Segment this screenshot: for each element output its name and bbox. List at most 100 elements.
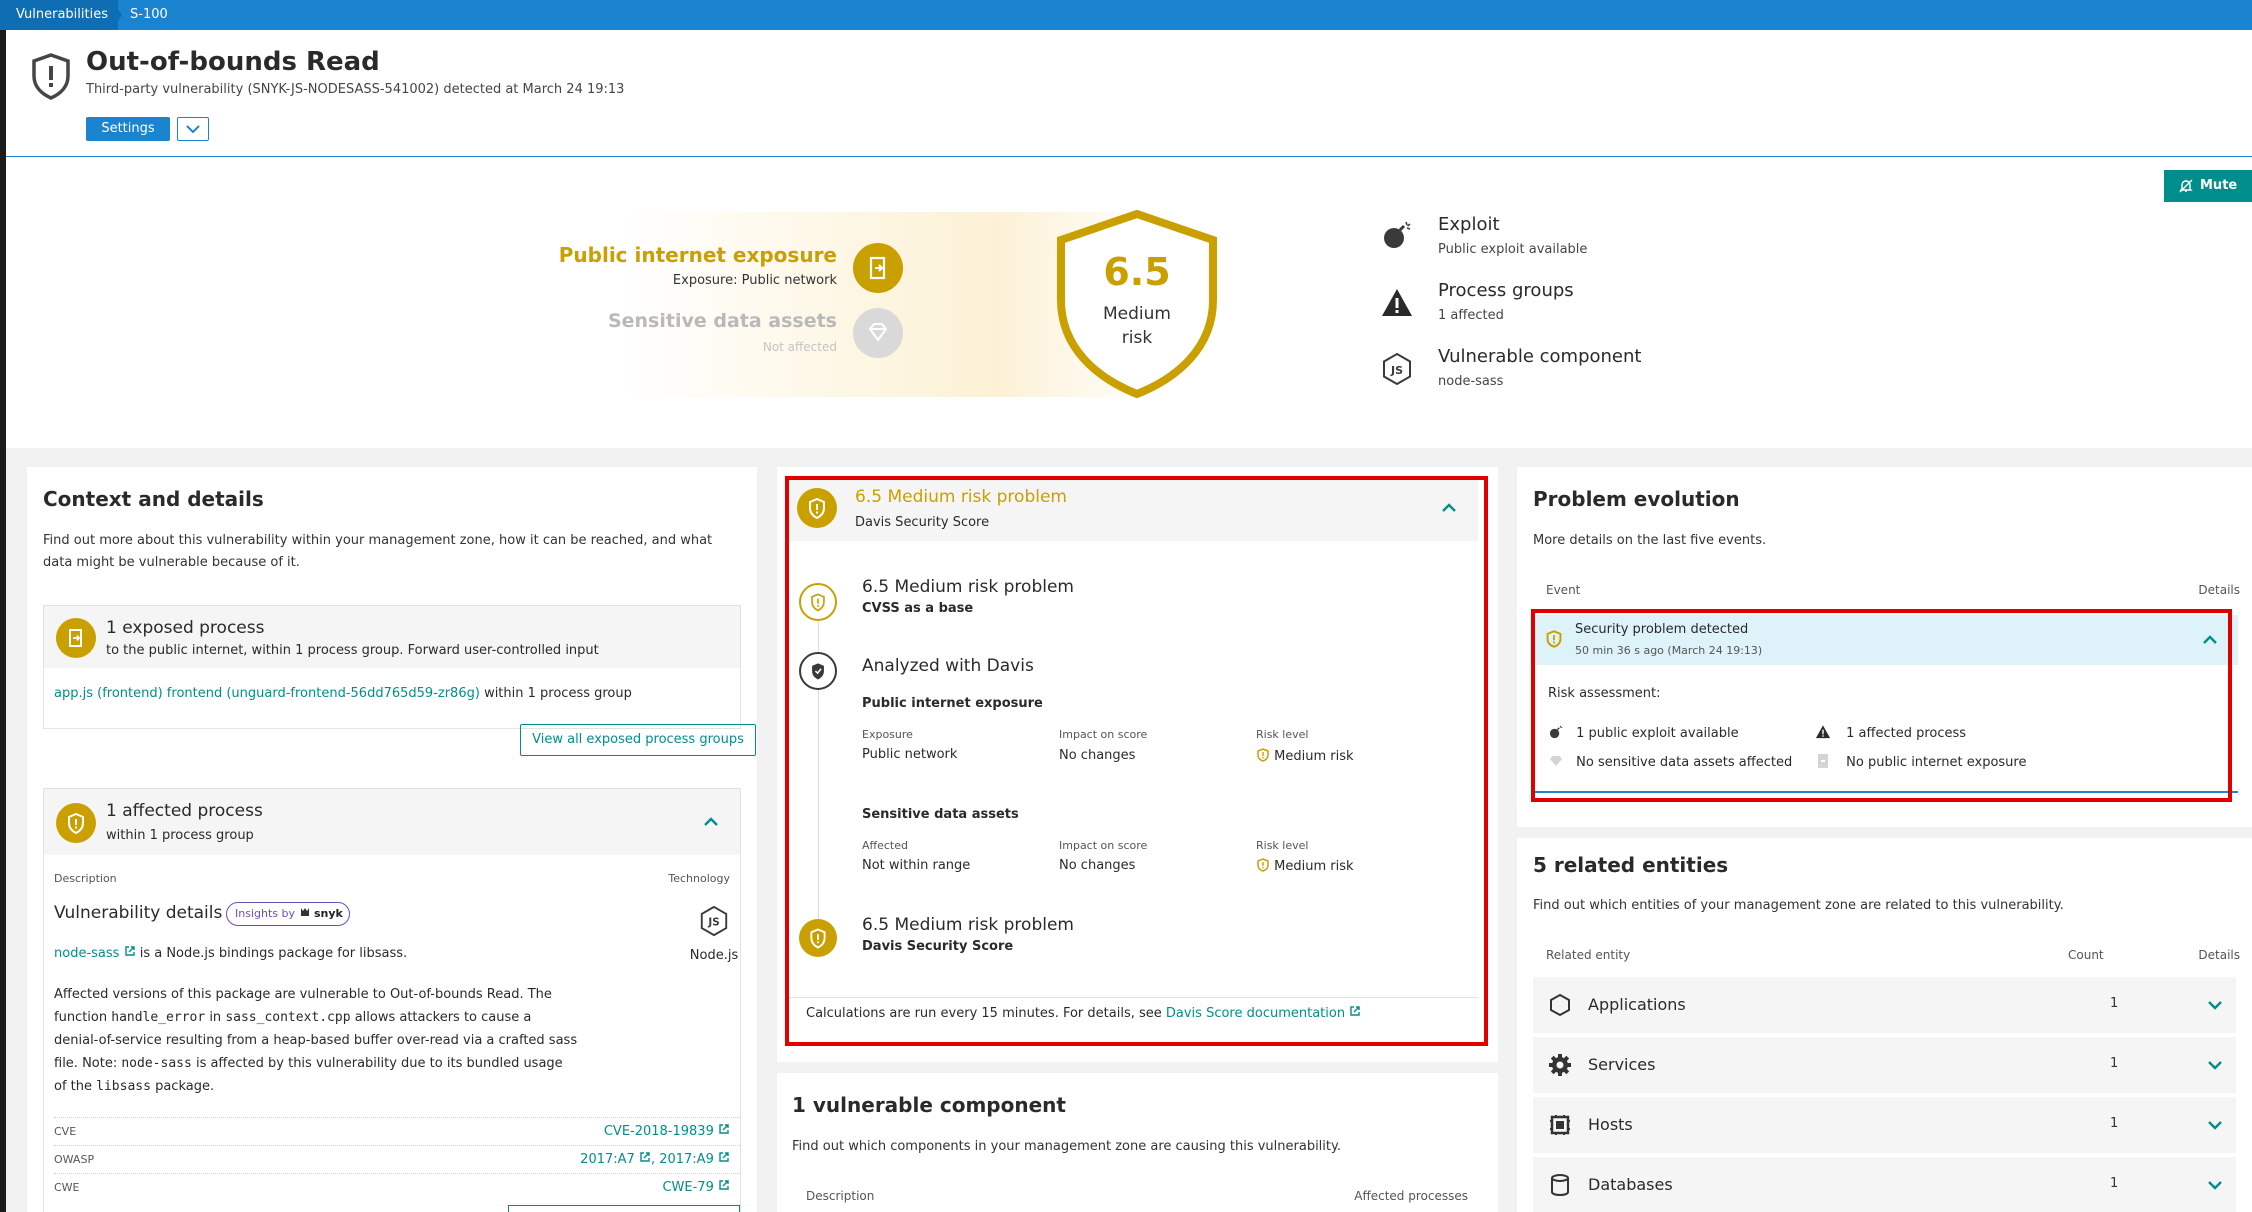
related-title: 5 related entities	[1533, 853, 1729, 877]
host-icon	[1550, 1115, 1570, 1135]
exposure-title: Public internet exposure	[558, 243, 837, 267]
affected-title: 1 affected process	[106, 801, 263, 821]
entity-name: Applications	[1588, 995, 1686, 1014]
context-card: Context and details Find out more about …	[27, 467, 757, 1212]
more-actions-button[interactable]	[177, 117, 209, 141]
entity-col: Related entity	[1546, 948, 1631, 962]
entity-count: 1	[2110, 1056, 2119, 1071]
highlight-box	[1531, 609, 2232, 802]
entity-count: 1	[2110, 1116, 2119, 1131]
breadcrumb-separator	[112, 0, 122, 30]
gear-icon	[1549, 1054, 1571, 1076]
page-subtitle: Third-party vulnerability (SNYK-JS-NODES…	[86, 82, 625, 97]
owasp-links[interactable]: 2017:A7 , 2017:A9	[580, 1151, 730, 1167]
mute-label: Mute	[2200, 178, 2238, 193]
score-value: 6.5	[1103, 250, 1171, 294]
details-col: Details	[2198, 948, 2240, 962]
page-title: Out-of-bounds Read	[86, 47, 380, 77]
related-card: 5 related entities Find out which entiti…	[1517, 838, 2252, 1212]
component-desc: Find out which components in your manage…	[792, 1139, 1341, 1154]
chevron-down-icon[interactable]	[2207, 1177, 2223, 1193]
door-exit-icon	[869, 256, 886, 280]
package-link[interactable]: node-sass	[54, 946, 119, 961]
sensitive-badge	[853, 308, 903, 358]
snyk-badge[interactable]: Insights by snyk	[226, 902, 350, 926]
exposed-process-link[interactable]: app.js (frontend) frontend (unguard-fron…	[54, 686, 480, 701]
entity-row-databases[interactable]: Databases 1	[1533, 1157, 2236, 1212]
partial-button[interactable]	[508, 1205, 740, 1212]
chevron-down-icon[interactable]	[2207, 997, 2223, 1013]
process-groups-sub: 1 affected	[1438, 308, 1504, 323]
nodejs-icon: JS	[1383, 352, 1411, 386]
process-groups-title: Process groups	[1438, 280, 1574, 301]
cwe-link[interactable]: CWE-79	[662, 1179, 730, 1195]
exposed-sub: to the public internet, within 1 process…	[106, 643, 599, 658]
diamond-icon	[868, 323, 888, 342]
highlight-box	[785, 476, 1488, 1046]
vulnerability-details-title: Vulnerability details	[54, 903, 223, 923]
mute-button[interactable]: Mute	[2164, 170, 2252, 202]
context-title: Context and details	[43, 487, 264, 511]
chevron-down-icon[interactable]	[2207, 1057, 2223, 1073]
exploit-sub: Public exploit available	[1438, 242, 1588, 257]
cve-label: CVE	[54, 1125, 77, 1138]
affected-header[interactable]: 1 affected process within 1 process grou…	[44, 789, 740, 855]
shield-alert-icon	[68, 812, 84, 835]
top-bar	[0, 0, 2252, 30]
external-link-icon	[640, 1152, 650, 1162]
evolution-title: Problem evolution	[1533, 487, 1740, 511]
bell-off-icon	[2179, 179, 2193, 192]
warning-icon	[1382, 289, 1412, 316]
breadcrumb-current: S-100	[130, 7, 168, 22]
vulnerability-description: Affected versions of this package are vu…	[54, 987, 578, 1094]
component-desc-col: Description	[806, 1189, 875, 1203]
sensitive-title: Sensitive data assets	[607, 310, 837, 332]
details-col: Details	[2198, 583, 2240, 597]
technology-name: Node.js	[689, 948, 739, 963]
related-desc: Find out which entities of your manageme…	[1533, 898, 2064, 913]
ref-divider	[54, 1173, 740, 1174]
component-sub: node-sass	[1438, 374, 1504, 389]
affected-process-card: 1 affected process within 1 process grou…	[43, 788, 741, 1212]
settings-button[interactable]: Settings	[86, 117, 170, 141]
chevron-down-icon	[186, 125, 200, 134]
cve-link[interactable]: CVE-2018-19839	[604, 1123, 730, 1139]
component-affected-col: Affected processes	[1354, 1189, 1468, 1203]
technology-col: Technology	[668, 872, 730, 885]
svg-text:JS: JS	[1390, 364, 1403, 377]
exposed-process-card: 1 exposed process to the public internet…	[43, 605, 756, 756]
database-icon	[1551, 1174, 1569, 1197]
view-exposed-groups-button[interactable]: View all exposed process groups	[520, 724, 756, 756]
ref-divider	[54, 1145, 740, 1146]
component-title: Vulnerable component	[1438, 346, 1642, 367]
affected-badge	[56, 803, 96, 843]
sensitive-sub: Not affected	[762, 340, 837, 354]
component-title: 1 vulnerable component	[792, 1093, 1066, 1117]
description-col: Description	[54, 872, 117, 885]
hexagon-icon	[1550, 993, 1570, 1017]
exposed-title: 1 exposed process	[106, 618, 265, 638]
owasp-label: OWASP	[54, 1153, 95, 1166]
entity-row-hosts[interactable]: Hosts 1	[1533, 1097, 2236, 1153]
chevron-up-icon[interactable]	[702, 813, 720, 831]
entity-name: Services	[1588, 1055, 1656, 1074]
external-link-icon	[719, 1124, 729, 1134]
exposed-header: 1 exposed process to the public internet…	[44, 606, 740, 668]
exposure-badge	[853, 243, 903, 293]
evolution-desc: More details on the last five events.	[1533, 533, 1767, 548]
component-card: 1 vulnerable component Find out which co…	[777, 1073, 1498, 1212]
breadcrumb-vulnerabilities[interactable]: Vulnerabilities	[0, 0, 118, 30]
exposure-sub: Exposure: Public network	[672, 273, 837, 288]
exposed-process-suffix: within 1 process group	[484, 686, 632, 701]
chevron-down-icon[interactable]	[2207, 1117, 2223, 1133]
door-exit-icon	[69, 629, 82, 647]
count-col: Count	[2068, 948, 2104, 962]
shield-icon	[32, 53, 70, 100]
risk-level-label: Medium risk	[1103, 304, 1171, 348]
entity-name: Databases	[1588, 1175, 1673, 1194]
exposed-process-line: app.js (frontend) frontend (unguard-fron…	[54, 686, 632, 701]
entity-row-applications[interactable]: Applications 1	[1533, 977, 2236, 1033]
snyk-dog-icon	[300, 908, 309, 916]
entity-row-services[interactable]: Services 1	[1533, 1037, 2236, 1093]
context-desc: Find out more about this vulnerability w…	[43, 533, 713, 570]
